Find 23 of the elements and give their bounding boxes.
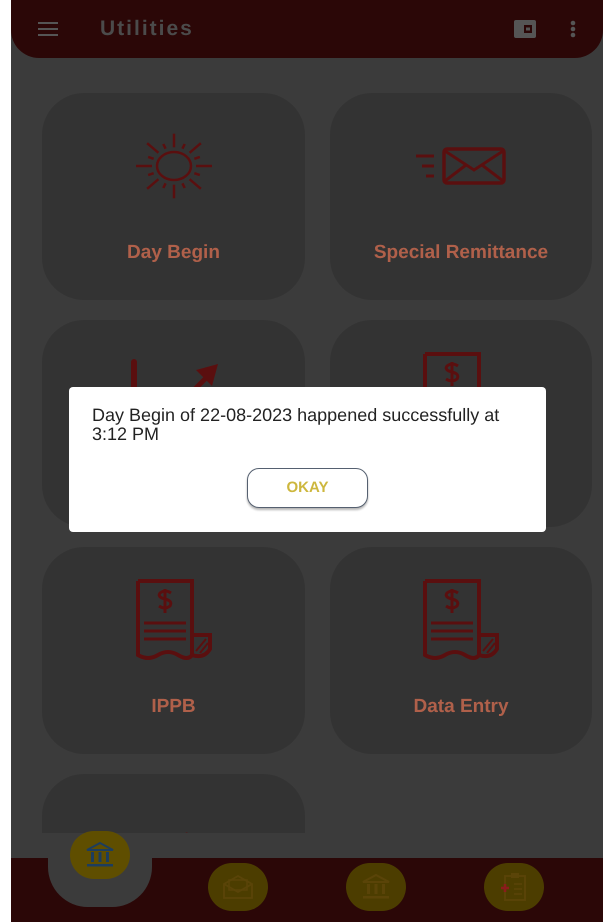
bill-icon bbox=[134, 579, 214, 661]
clipboard-icon bbox=[500, 872, 528, 902]
nav-tab[interactable] bbox=[484, 863, 544, 911]
bill-icon bbox=[421, 579, 501, 661]
tile-label: Data Entry bbox=[413, 695, 509, 719]
dialog-message: Day Begin of 22-08-2023 happened successfully at 3:12 PM bbox=[92, 406, 500, 444]
tile-label: Special Remittance bbox=[374, 241, 548, 265]
envelope-icon bbox=[416, 146, 506, 186]
utility-tile[interactable]: Special Remittance bbox=[330, 93, 592, 300]
nav-tab[interactable] bbox=[208, 863, 268, 911]
utility-tile[interactable]: Day Begin bbox=[42, 93, 305, 300]
okay-button[interactable]: OKAY bbox=[247, 468, 368, 508]
tile-label: Day Begin bbox=[127, 241, 220, 265]
page-title: Utilities bbox=[100, 16, 194, 42]
utility-tile[interactable]: IPPB bbox=[42, 547, 305, 754]
bank-icon bbox=[85, 842, 115, 868]
nav-tab[interactable] bbox=[70, 831, 130, 879]
tile-label: IPPB bbox=[151, 695, 196, 719]
menu-icon[interactable] bbox=[38, 21, 58, 37]
more-icon[interactable] bbox=[570, 20, 576, 38]
nav-tab[interactable] bbox=[346, 863, 406, 911]
utility-tile[interactable]: Data Entry bbox=[330, 547, 592, 754]
wallet-icon[interactable] bbox=[514, 20, 536, 38]
